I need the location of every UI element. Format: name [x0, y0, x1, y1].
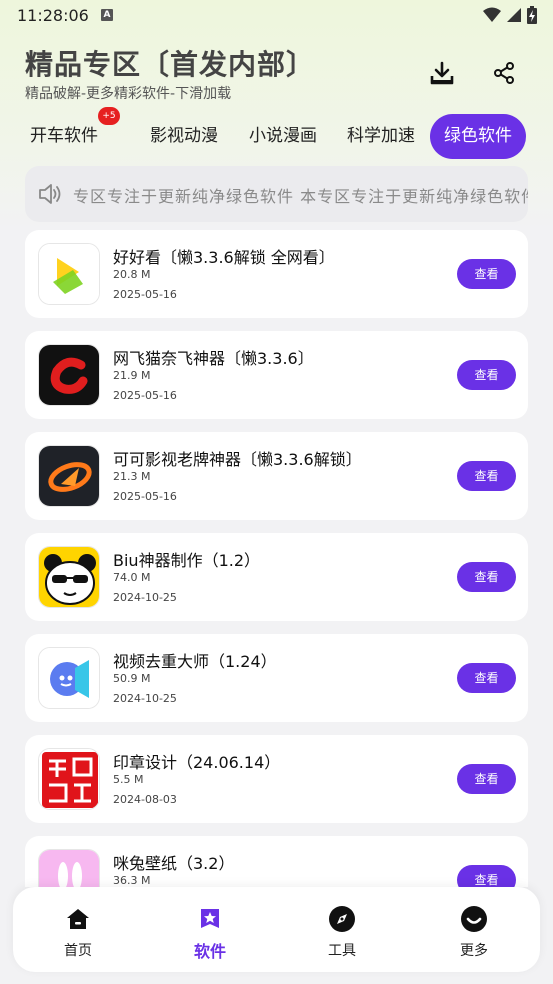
app-list: 好好看〔懒3.3.6解锁 全网看〕 20.8 M 2025-05-16 查看 网… [25, 230, 528, 887]
nav-label: 软件 [193, 942, 226, 961]
app-date: 2025-05-16 [113, 288, 177, 301]
tab-xiaoshuo[interactable]: 小说漫画 [249, 114, 317, 159]
app-card[interactable]: 印章设计（24.06.14） 5.5 M 2024-08-03 查看 [25, 735, 528, 823]
compass-icon [329, 906, 355, 932]
app-name: Biu神器制作（1.2） [113, 551, 261, 570]
seal-design-icon [38, 748, 100, 810]
mitu-wallpaper-icon [38, 849, 100, 887]
page-subtitle: 精品破解-更多精彩软件-下滑加载 [25, 86, 232, 102]
nav-label: 首页 [64, 943, 92, 959]
view-button[interactable]: 查看 [457, 865, 516, 887]
view-button[interactable]: 查看 [457, 461, 516, 491]
app-size: 50.9 M [113, 672, 151, 685]
app-name: 网飞猫奈飞神器〔懒3.3.6〕 [113, 349, 314, 368]
app-card[interactable]: 好好看〔懒3.3.6解锁 全网看〕 20.8 M 2025-05-16 查看 [25, 230, 528, 318]
status-time: 11:28:06 [17, 6, 89, 25]
app-name: 咪兔壁纸（3.2） [113, 854, 235, 873]
panda-icon [38, 546, 100, 608]
notification-a-icon: A [101, 9, 113, 21]
tab-yingshi[interactable]: 影视动漫 [150, 114, 218, 159]
app-name: 好好看〔懒3.3.6解锁 全网看〕 [113, 248, 335, 267]
haohaokan-icon [38, 243, 100, 305]
view-button[interactable]: 查看 [457, 663, 516, 693]
download-button[interactable] [427, 58, 457, 88]
tab-label: 开车软件 [30, 126, 98, 146]
app-card[interactable]: Biu神器制作（1.2） 74.0 M 2024-10-25 查看 [25, 533, 528, 621]
nav-tools[interactable]: 工具 [302, 905, 382, 960]
tab-kaiche[interactable]: 开车软件 +5 [30, 107, 120, 159]
status-bar: 11:28:06 A [0, 0, 553, 32]
signal-icon [507, 8, 521, 22]
home-icon [67, 909, 89, 929]
nav-label: 工具 [328, 943, 356, 959]
view-button[interactable]: 查看 [457, 259, 516, 289]
download-icon [430, 61, 454, 85]
notice-text: 专区专注于更新纯净绿色软件 本专区专注于更新纯净绿色软件 [73, 187, 528, 206]
nav-home[interactable]: 首页 [38, 905, 118, 960]
tab-label: 小说漫画 [249, 126, 317, 146]
status-icons [483, 6, 537, 24]
keke-video-icon [38, 445, 100, 507]
share-button[interactable] [489, 58, 519, 88]
view-button[interactable]: 查看 [457, 764, 516, 794]
notice-bar: 专区专注于更新纯净绿色软件 本专区专注于更新纯净绿色软件 [25, 166, 528, 222]
tab-kexue[interactable]: 科学加速 [347, 114, 415, 159]
page-title: 精品专区〔首发内部〕 [25, 48, 316, 81]
app-card[interactable]: 视频去重大师（1.24） 50.9 M 2024-10-25 查看 [25, 634, 528, 722]
tab-lvse[interactable]: 绿色软件 [430, 114, 526, 159]
video-dedup-icon [38, 647, 100, 709]
app-size: 21.9 M [113, 369, 151, 382]
app-name: 视频去重大师（1.24） [113, 652, 277, 671]
tab-badge: +5 [98, 107, 120, 125]
app-card[interactable]: 可可影视老牌神器〔懒3.3.6解锁〕 21.3 M 2025-05-16 查看 [25, 432, 528, 520]
app-size: 21.3 M [113, 470, 151, 483]
view-button[interactable]: 查看 [457, 360, 516, 390]
tab-label: 影视动漫 [150, 126, 218, 146]
nav-label: 更多 [460, 943, 488, 959]
app-date: 2024-10-25 [113, 692, 177, 705]
netflix-cat-icon [38, 344, 100, 406]
app-date: 2025-05-16 [113, 389, 177, 402]
app-card[interactable]: 网飞猫奈飞神器〔懒3.3.6〕 21.9 M 2025-05-16 查看 [25, 331, 528, 419]
app-size: 36.3 M [113, 874, 151, 887]
category-tabs: 开车软件 +5 影视动漫 小说漫画 科学加速 绿色软件 [18, 107, 538, 159]
app-size: 74.0 M [113, 571, 151, 584]
app-size: 20.8 M [113, 268, 151, 281]
bottom-nav: 首页 软件 工具 更多 [13, 887, 540, 972]
nav-more[interactable]: 更多 [434, 905, 514, 960]
speaker-icon [39, 184, 61, 204]
software-star-icon [201, 909, 219, 928]
view-button[interactable]: 查看 [457, 562, 516, 592]
wifi-icon [483, 7, 501, 22]
share-icon [494, 62, 514, 84]
app-name: 可可影视老牌神器〔懒3.3.6解锁〕 [113, 450, 362, 469]
nav-software[interactable]: 软件 [170, 905, 250, 962]
smile-icon [461, 906, 487, 932]
app-name: 印章设计（24.06.14） [113, 753, 281, 772]
app-date: 2025-05-16 [113, 490, 177, 503]
tab-label: 科学加速 [347, 126, 415, 146]
app-date: 2024-10-25 [113, 591, 177, 604]
app-date: 2024-08-03 [113, 793, 177, 806]
tab-label: 绿色软件 [444, 126, 512, 146]
app-card[interactable]: 咪兔壁纸（3.2） 36.3 M 查看 [25, 836, 528, 887]
app-size: 5.5 M [113, 773, 144, 786]
battery-icon [527, 6, 537, 24]
